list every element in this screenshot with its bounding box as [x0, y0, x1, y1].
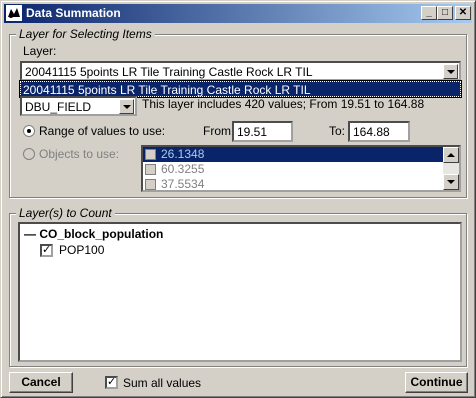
range-radio[interactable]	[23, 125, 35, 137]
cancel-button[interactable]: Cancel	[9, 372, 73, 393]
from-label: From:	[203, 124, 235, 138]
count-layers-list[interactable]: — CO_block_population ✓ POP100	[18, 222, 462, 362]
data-summation-window: Data Summation _ □ ✕ Layer for Selecting…	[0, 0, 476, 398]
count-layer-name: CO_block_population	[39, 227, 164, 241]
expand-dash-icon: —	[24, 227, 40, 241]
close-icon: ✕	[458, 7, 468, 18]
checkbox-icon[interactable]	[145, 164, 156, 175]
layer-selection-legend: Layer for Selecting Items	[16, 27, 155, 41]
checkbox-icon[interactable]	[145, 149, 156, 160]
layer-info-text: This layer includes 420 values; From 19.…	[142, 97, 425, 111]
layer-dropdown-option[interactable]: 20041115 5points LR Tile Training Castle…	[19, 80, 462, 98]
count-layers-legend: Layer(s) to Count	[16, 206, 115, 220]
objects-listbox[interactable]: 26.1348 60.3255 37.5534	[141, 145, 461, 192]
check-icon: ✓	[42, 244, 52, 256]
pop100-label: POP100	[59, 243, 105, 257]
pop100-checkbox[interactable]: ✓	[40, 244, 53, 257]
maximize-button[interactable]: □	[437, 6, 453, 20]
title-bar[interactable]: Data Summation _ □ ✕	[4, 4, 472, 23]
layer-label: Layer:	[23, 44, 57, 58]
list-item-label: 60.3255	[161, 162, 205, 176]
objects-radio-label: Objects to use:	[39, 147, 120, 161]
check-icon: ✓	[107, 376, 117, 388]
app-icon	[6, 5, 22, 21]
count-layer-header: — CO_block_population	[24, 227, 163, 241]
close-button[interactable]: ✕	[455, 6, 471, 20]
sum-all-checkbox[interactable]: ✓	[105, 376, 118, 389]
list-item[interactable]: 37.5534	[143, 177, 459, 191]
checkbox-icon[interactable]	[145, 179, 156, 190]
to-input[interactable]: 164.88	[348, 121, 410, 142]
to-label: To:	[329, 124, 346, 138]
from-input[interactable]: 19.51	[232, 121, 293, 142]
layer-dropdown-value: 20041115 5points LR Tile Training Castle…	[25, 65, 313, 79]
scroll-up-icon[interactable]	[443, 147, 459, 163]
list-item-label: 37.5534	[161, 177, 205, 191]
layer-dropdown-option-label: 20041115 5points LR Tile Training Castle…	[23, 83, 311, 97]
list-item-label: 26.1348	[161, 147, 205, 161]
field-dropdown-value: DBU_FIELD	[25, 100, 92, 114]
range-radio-label: Range of values to use:	[39, 124, 166, 138]
objects-radio[interactable]	[23, 148, 35, 160]
window-title: Data Summation	[26, 6, 121, 20]
maximize-icon: □	[441, 7, 449, 18]
sum-all-label: Sum all values	[123, 376, 202, 390]
objects-scrollbar[interactable]	[443, 147, 459, 190]
from-input-value: 19.51	[237, 125, 268, 139]
chevron-down-icon[interactable]	[119, 99, 134, 114]
minimize-button[interactable]: _	[421, 6, 437, 20]
continue-button[interactable]: Continue	[405, 372, 468, 393]
chevron-down-icon[interactable]	[443, 64, 458, 79]
minimize-icon: _	[426, 7, 432, 18]
list-item[interactable]: 60.3255	[143, 162, 459, 177]
scroll-down-icon[interactable]	[443, 174, 459, 190]
layer-dropdown[interactable]: 20041115 5points LR Tile Training Castle…	[20, 61, 461, 81]
list-item[interactable]: 26.1348	[143, 147, 459, 162]
to-input-value: 164.88	[353, 125, 390, 139]
field-dropdown[interactable]: DBU_FIELD	[20, 96, 137, 116]
